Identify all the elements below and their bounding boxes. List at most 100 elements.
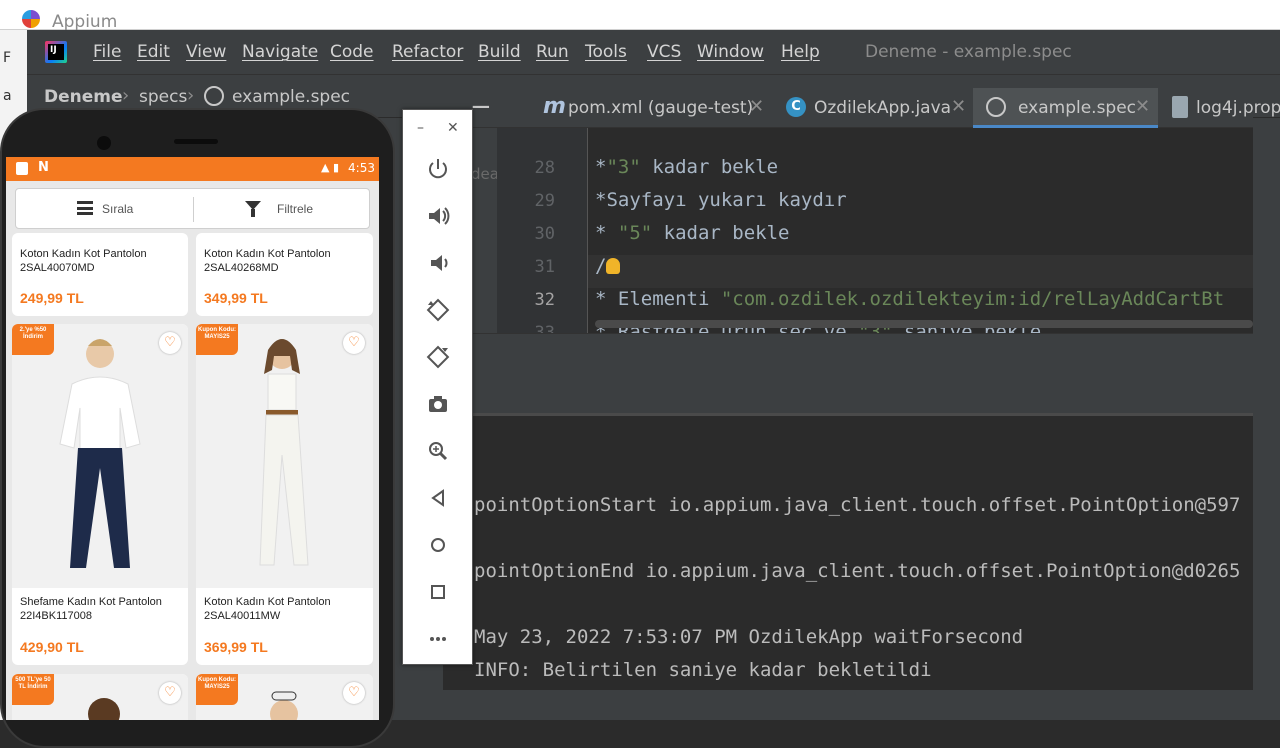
tab-log4j-properties[interactable]: log4j.prop (1158, 88, 1280, 128)
phone-screen[interactable]: N ▲ ▮ 4:53 Sırala Filtrele Koton Kadın K… (6, 157, 379, 720)
notification-icon (16, 162, 28, 175)
appium-menu-letter[interactable]: F (3, 50, 11, 66)
console-line: INFO: Belirtilen saniye kadar bekletildi (474, 659, 932, 681)
product-price: 249,99 TL (20, 290, 84, 306)
list-icon (77, 201, 93, 215)
menu-vcs[interactable]: VCS (647, 42, 681, 62)
menu-refactor[interactable]: Refactor (392, 42, 463, 62)
product-image: Kupon Kodu: MAYIS25 ♡ (196, 324, 373, 588)
home-icon[interactable] (425, 532, 451, 558)
power-icon[interactable] (425, 156, 451, 182)
filter-button[interactable]: Filtrele (277, 202, 313, 216)
editor-tabs: m pom.xml (gauge-test) ✕ C OzdilekApp.ja… (443, 88, 1280, 128)
product-card[interactable]: Koton Kadın Kot Pantolon 2SAL40070MD 249… (12, 233, 188, 316)
lightbulb-icon[interactable] (606, 258, 621, 274)
ide-window-title: Deneme - example.spec (865, 42, 1072, 62)
overview-icon[interactable] (425, 579, 451, 605)
product-image: 500 TL'ye 50 TL İndirim ♡ (12, 674, 188, 720)
breadcrumb-chevron-icon: › (187, 85, 195, 106)
code-line: *Sayfayı yukarı kaydır (595, 189, 847, 211)
product-card[interactable]: Koton Kadın Kot Pantolon 2SAL40268MD 349… (196, 233, 373, 316)
close-icon[interactable]: ✕ (951, 96, 966, 117)
tab-pom-xml[interactable]: m pom.xml (gauge-test) ✕ (533, 88, 773, 128)
code-editor[interactable]: 28 29 30 31 32 33 *"3" kadar bekle*Sayfa… (497, 128, 1253, 343)
product-card[interactable]: Kupon Kodu: MAYIS25 ♡ (196, 674, 373, 720)
tab-ozdilekapp-java[interactable]: C OzdilekApp.java ✕ (773, 88, 973, 128)
rotate-right-icon[interactable] (425, 344, 451, 370)
zoom-icon[interactable] (425, 438, 451, 464)
code-line: *"3" kadar bekle (595, 156, 778, 178)
code-text: * Elementi (595, 288, 721, 310)
breadcrumb-file[interactable]: example.spec (232, 87, 350, 107)
filter-icon (245, 201, 261, 217)
model-jeans-image (59, 339, 141, 568)
coupon-badge: Kupon Kodu: MAYIS25 (196, 674, 238, 705)
tab-example-spec[interactable]: example.spec ✕ (973, 88, 1158, 128)
line-number: 31 (534, 257, 555, 277)
appium-text-letter: a (3, 88, 12, 104)
favorite-heart-icon[interactable]: ♡ (343, 332, 365, 354)
rotate-left-icon[interactable] (425, 297, 451, 323)
menu-view[interactable]: View (186, 42, 226, 62)
product-card[interactable]: 2.'ye %50 İndirim ♡ Shefame Kadın Kot Pa… (12, 324, 188, 665)
menu-edit[interactable]: Edit (137, 42, 170, 62)
tool-window-area (443, 333, 1253, 413)
breadcrumb-specs[interactable]: specs (139, 87, 187, 107)
code-text: * (595, 222, 618, 244)
close-icon[interactable]: ✕ (749, 96, 764, 117)
tab-label: example.spec (1018, 98, 1137, 118)
line-number: 29 (534, 191, 555, 211)
menu-window[interactable]: Window (697, 42, 764, 62)
horizontal-scrollbar[interactable] (595, 320, 1253, 328)
app-notification-icon: N (38, 160, 49, 175)
string-literal: "com.ozdilek.ozdilekteyim:id/relLayAddCa… (720, 288, 1225, 310)
volume-up-icon[interactable] (425, 203, 451, 229)
favorite-heart-icon[interactable]: ♡ (159, 332, 181, 354)
tab-label: pom.xml (gauge-test) (568, 98, 754, 118)
product-name: Koton Kadın Kot Pantolon 2SAL40070MD (20, 248, 147, 274)
camera-icon[interactable] (425, 391, 451, 417)
console-line: pointOptionStart io.appium.java_client.t… (474, 494, 1241, 516)
line-number-gutter: 28 29 30 31 32 33 (497, 128, 587, 343)
product-name: Koton Kadın Kot Pantolon 2SAL40268MD (204, 248, 331, 274)
breadcrumb-project[interactable]: Deneme (44, 87, 123, 107)
menu-build[interactable]: Build (478, 42, 521, 62)
menu-navigate[interactable]: Navigate (242, 42, 318, 62)
sort-button[interactable]: Sırala (102, 202, 133, 216)
appium-window-title: Appium (52, 12, 118, 32)
run-console[interactable]: pointOptionStart io.appium.java_client.t… (443, 413, 1253, 690)
emulator-toolbar: – ✕ (402, 109, 473, 665)
console-line: May 23, 2022 7:53:07 PM OzdilekApp waitF… (474, 626, 1024, 648)
tab-label: log4j.prop (1196, 98, 1280, 118)
menu-help[interactable]: Help (781, 42, 820, 62)
menu-code[interactable]: Code (330, 42, 374, 62)
string-literal: "3" (606, 156, 641, 178)
favorite-heart-icon[interactable]: ♡ (159, 682, 181, 704)
string-literal: "5" (617, 222, 653, 244)
code-line: * Elementi "com.ozdilek.ozdilekteyim:id/… (595, 288, 1224, 310)
back-icon[interactable] (425, 485, 451, 511)
code-text: * (595, 156, 607, 178)
volume-down-icon[interactable] (425, 250, 451, 276)
campaign-badge: 2.'ye %50 İndirim (12, 324, 54, 355)
tab-label: OzdilekApp.java (814, 98, 952, 118)
hide-panel-icon[interactable]: − (470, 92, 492, 122)
product-price: 369,99 TL (204, 639, 268, 655)
minimize-icon[interactable]: – (417, 120, 424, 136)
speaker-grille (174, 139, 218, 144)
appium-title-bar: Appium (0, 0, 1280, 32)
more-icon[interactable] (425, 626, 451, 652)
product-card[interactable]: 500 TL'ye 50 TL İndirim ♡ (12, 674, 188, 720)
close-icon[interactable]: ✕ (447, 120, 459, 136)
menu-run[interactable]: Run (536, 42, 569, 62)
close-icon[interactable]: ✕ (1135, 96, 1150, 117)
intellij-logo-icon: IJ (45, 41, 67, 63)
menu-tools[interactable]: Tools (585, 42, 627, 62)
product-card[interactable]: Kupon Kodu: MAYIS25 ♡ Koton Kadın Kot Pa… (196, 324, 373, 665)
code-text: kadar bekle (652, 222, 790, 244)
gauge-spec-icon (204, 86, 224, 106)
model-white-pants-image (259, 339, 309, 566)
menu-file[interactable]: File (93, 42, 121, 62)
favorite-heart-icon[interactable]: ♡ (343, 682, 365, 704)
menu-bar: IJ File Edit View Navigate Code Refactor… (27, 30, 1280, 74)
